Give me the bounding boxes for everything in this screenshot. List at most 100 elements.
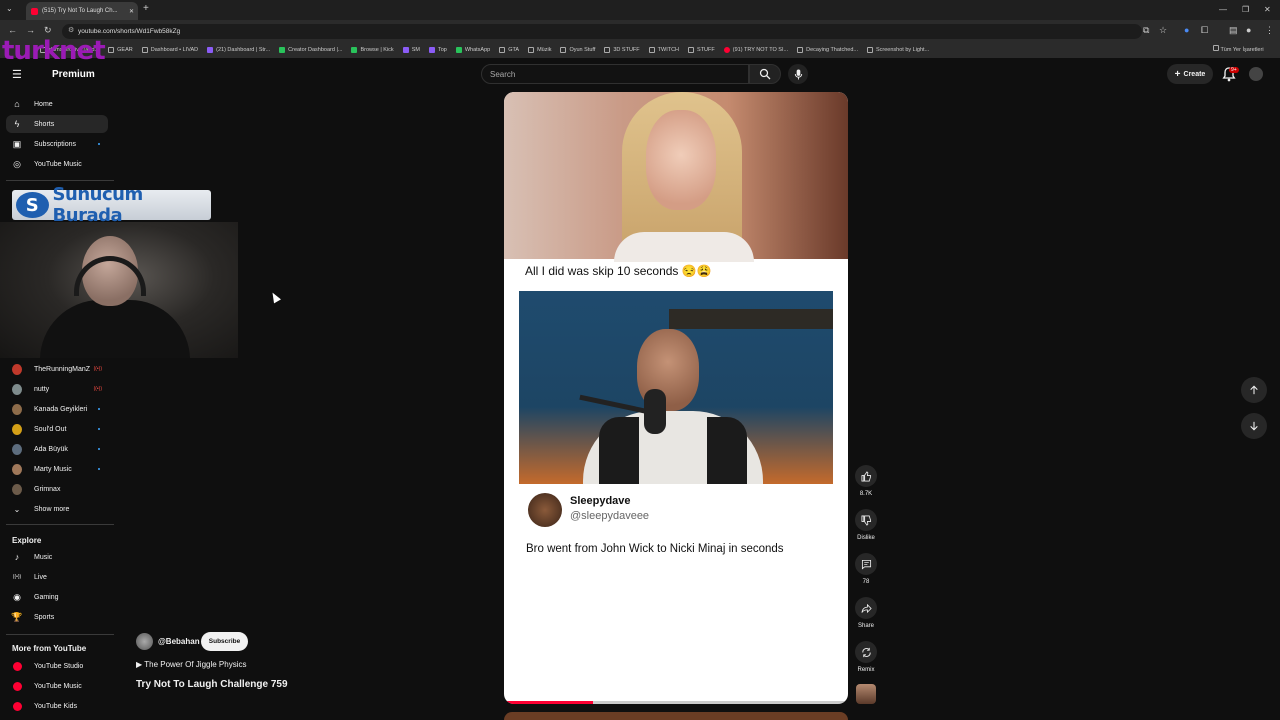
live-indicator-icon: ((•)) (93, 386, 102, 392)
show-more-button[interactable]: ⌄ Show more (6, 500, 108, 518)
bookmark-item[interactable]: (91) TRY NOT TO SI... (723, 47, 788, 53)
channel-avatar-wrap (12, 363, 22, 375)
browser-tab[interactable]: (515) Try Not To Laugh Ch... ✕ (26, 2, 138, 20)
bookmark-item[interactable]: 3D STUFF (604, 47, 640, 53)
comments-action[interactable]: 78 (852, 553, 880, 585)
bookmark-item[interactable]: WhatsApp (455, 47, 490, 53)
profile-icon[interactable]: ● (1246, 25, 1251, 35)
sidebar-item-subscriptions[interactable]: ▣ Subscriptions (6, 135, 108, 153)
bookmark-item[interactable]: TWITCH (648, 47, 680, 53)
channel-avatar (12, 463, 22, 475)
channel-avatar[interactable] (136, 633, 153, 650)
subscriptions-icon: ▣ (12, 138, 22, 149)
bookmark-label: TWITCH (657, 47, 680, 53)
video-progress-bar[interactable] (504, 701, 848, 704)
bookmark-item[interactable]: Oyun Stuff (560, 47, 595, 53)
all-bookmarks[interactable]: Tüm Yer İşaretleri (1213, 45, 1264, 53)
sidebar-item-live[interactable]: ((•)) Live (6, 568, 108, 586)
webcam-feed (0, 222, 238, 358)
maximize-icon[interactable]: ❐ (1242, 5, 1249, 14)
minimize-icon[interactable]: — (1219, 5, 1227, 14)
search-input[interactable]: Search (481, 64, 749, 84)
bookmark-item[interactable]: (21) Dashboard | Str... (207, 47, 270, 53)
back-icon[interactable]: ← (8, 25, 17, 35)
extension-icon[interactable]: ● (1184, 25, 1189, 35)
bookmark-item[interactable]: Müzik (528, 47, 551, 53)
hamburger-menu-icon[interactable]: ☰ (12, 68, 22, 81)
bookmark-item[interactable]: Top (428, 47, 447, 53)
sidebar-item-marty-music[interactable]: Marty Music (6, 460, 108, 478)
bookmark-item[interactable]: Dashboard • LIVAD (141, 47, 198, 53)
channel-name[interactable]: @Bebahan (158, 637, 200, 646)
create-button[interactable]: + Create (1167, 64, 1213, 84)
sidebar-item-label: YouTube Kids (34, 702, 78, 710)
bookmark-item[interactable]: Screenshot by Light... (866, 47, 929, 53)
star-icon[interactable]: ☆ (1159, 25, 1167, 36)
forward-icon[interactable]: → (26, 25, 35, 35)
sound-link[interactable]: ▶ The Power Of Jiggle Physics (136, 660, 247, 669)
remix-action[interactable]: Remix (852, 641, 880, 673)
new-content-dot (98, 428, 100, 430)
sidebar-item-youtube-studio[interactable]: YouTube Studio (6, 657, 108, 675)
url-bar[interactable]: ⚙ youtube.com/shorts/Wd1Fwb58kZg (62, 24, 1142, 39)
dislike-button[interactable] (855, 509, 877, 531)
sidebar-item-youtube-music[interactable]: ◎ YouTube Music (6, 155, 108, 173)
new-content-dot (98, 408, 100, 410)
sidebar-item-soul-d-out[interactable]: Soul'd Out (6, 420, 108, 438)
dislike-action[interactable]: Dislike (852, 509, 880, 541)
next-short-preview[interactable] (504, 712, 848, 720)
sidebar-item-youtube-kids[interactable]: YouTube Kids (6, 697, 108, 715)
remix-label: Remix (857, 667, 875, 673)
reload-icon[interactable]: ↻ (44, 25, 52, 36)
short-video-player[interactable]: All I did was skip 10 seconds 😒😩 Sleepyd… (504, 92, 848, 704)
bookmark-item[interactable]: Decaying Thatched... (797, 47, 858, 53)
voice-search-button[interactable] (788, 64, 808, 84)
menu-dots-icon[interactable]: ⋮ (1265, 25, 1274, 36)
folder-icon (604, 47, 611, 53)
sidebar-item-nutty[interactable]: nutty ((•)) (6, 380, 108, 398)
close-icon[interactable]: ✕ (129, 8, 134, 15)
bookmark-item[interactable]: STUFF (688, 47, 715, 53)
extensions-puzzle-icon[interactable]: ⧠ (1201, 25, 1208, 36)
sidebar-item-home[interactable]: ⌂ Home (6, 95, 108, 113)
sidebar-item-music[interactable]: ♪ Music (6, 548, 108, 566)
share-button[interactable] (855, 597, 877, 619)
sidebar-item-shorts[interactable]: ϟ Shorts (6, 115, 108, 133)
share-action[interactable]: Share (852, 597, 880, 629)
remix-button[interactable] (855, 641, 877, 663)
bookmark-item[interactable]: GTA (499, 47, 519, 53)
subscribe-button[interactable]: Subscribe (201, 632, 248, 651)
bookmark-item[interactable]: Creator Dashboard |... (279, 47, 342, 53)
channel-avatar (12, 403, 22, 415)
like-action[interactable]: 8.7K (852, 465, 880, 497)
new-tab-icon[interactable]: + (143, 3, 149, 14)
install-icon[interactable]: ⧉ (1143, 25, 1149, 36)
sidebar-divider (6, 524, 114, 525)
window-close-icon[interactable]: ✕ (1264, 5, 1271, 14)
bookmark-item[interactable]: SM (402, 47, 420, 53)
sidebar-divider (6, 634, 114, 635)
next-short-button[interactable] (1241, 413, 1267, 439)
like-button[interactable] (855, 465, 877, 487)
comments-button[interactable] (855, 553, 877, 575)
search-button[interactable] (749, 64, 781, 84)
sidebar-item-therunningmanz[interactable]: TheRunningManZ ((•)) (6, 360, 108, 378)
arrow-up-icon (1250, 385, 1258, 395)
chevron-down-icon: ⌄ (13, 504, 21, 514)
site-info-icon[interactable]: ⚙ (68, 26, 74, 34)
previous-short-button[interactable] (1241, 377, 1267, 403)
bookmarks-bar: dams Archive (and... GEAR Dashboard • LIVA… (0, 42, 1280, 58)
sidebar-item-sports[interactable]: 🏆 Sports (6, 608, 108, 626)
sidepanel-icon[interactable]: ▤ (1229, 25, 1238, 36)
sidebar-item-gaming[interactable]: ◉ Gaming (6, 588, 108, 606)
account-avatar[interactable] (1249, 67, 1263, 81)
bookmark-item[interactable]: GEAR (108, 47, 133, 53)
sidebar-item-ada-b-y-k[interactable]: Ada Büyük (6, 440, 108, 458)
tab-list-icon[interactable]: ⌄ (6, 4, 13, 13)
sidebar-item-grimnax[interactable]: Grimnax (6, 480, 108, 498)
bookmark-item[interactable]: Browse | Kick (351, 47, 394, 53)
sidebar-item-youtube-music[interactable]: YouTube Music (6, 677, 108, 695)
sidebar-item-kanada-geyikleri[interactable]: Kanada Geyikleri (6, 400, 108, 418)
youtube-premium-logo[interactable]: Premium (52, 69, 95, 80)
sound-thumbnail[interactable] (856, 684, 876, 704)
